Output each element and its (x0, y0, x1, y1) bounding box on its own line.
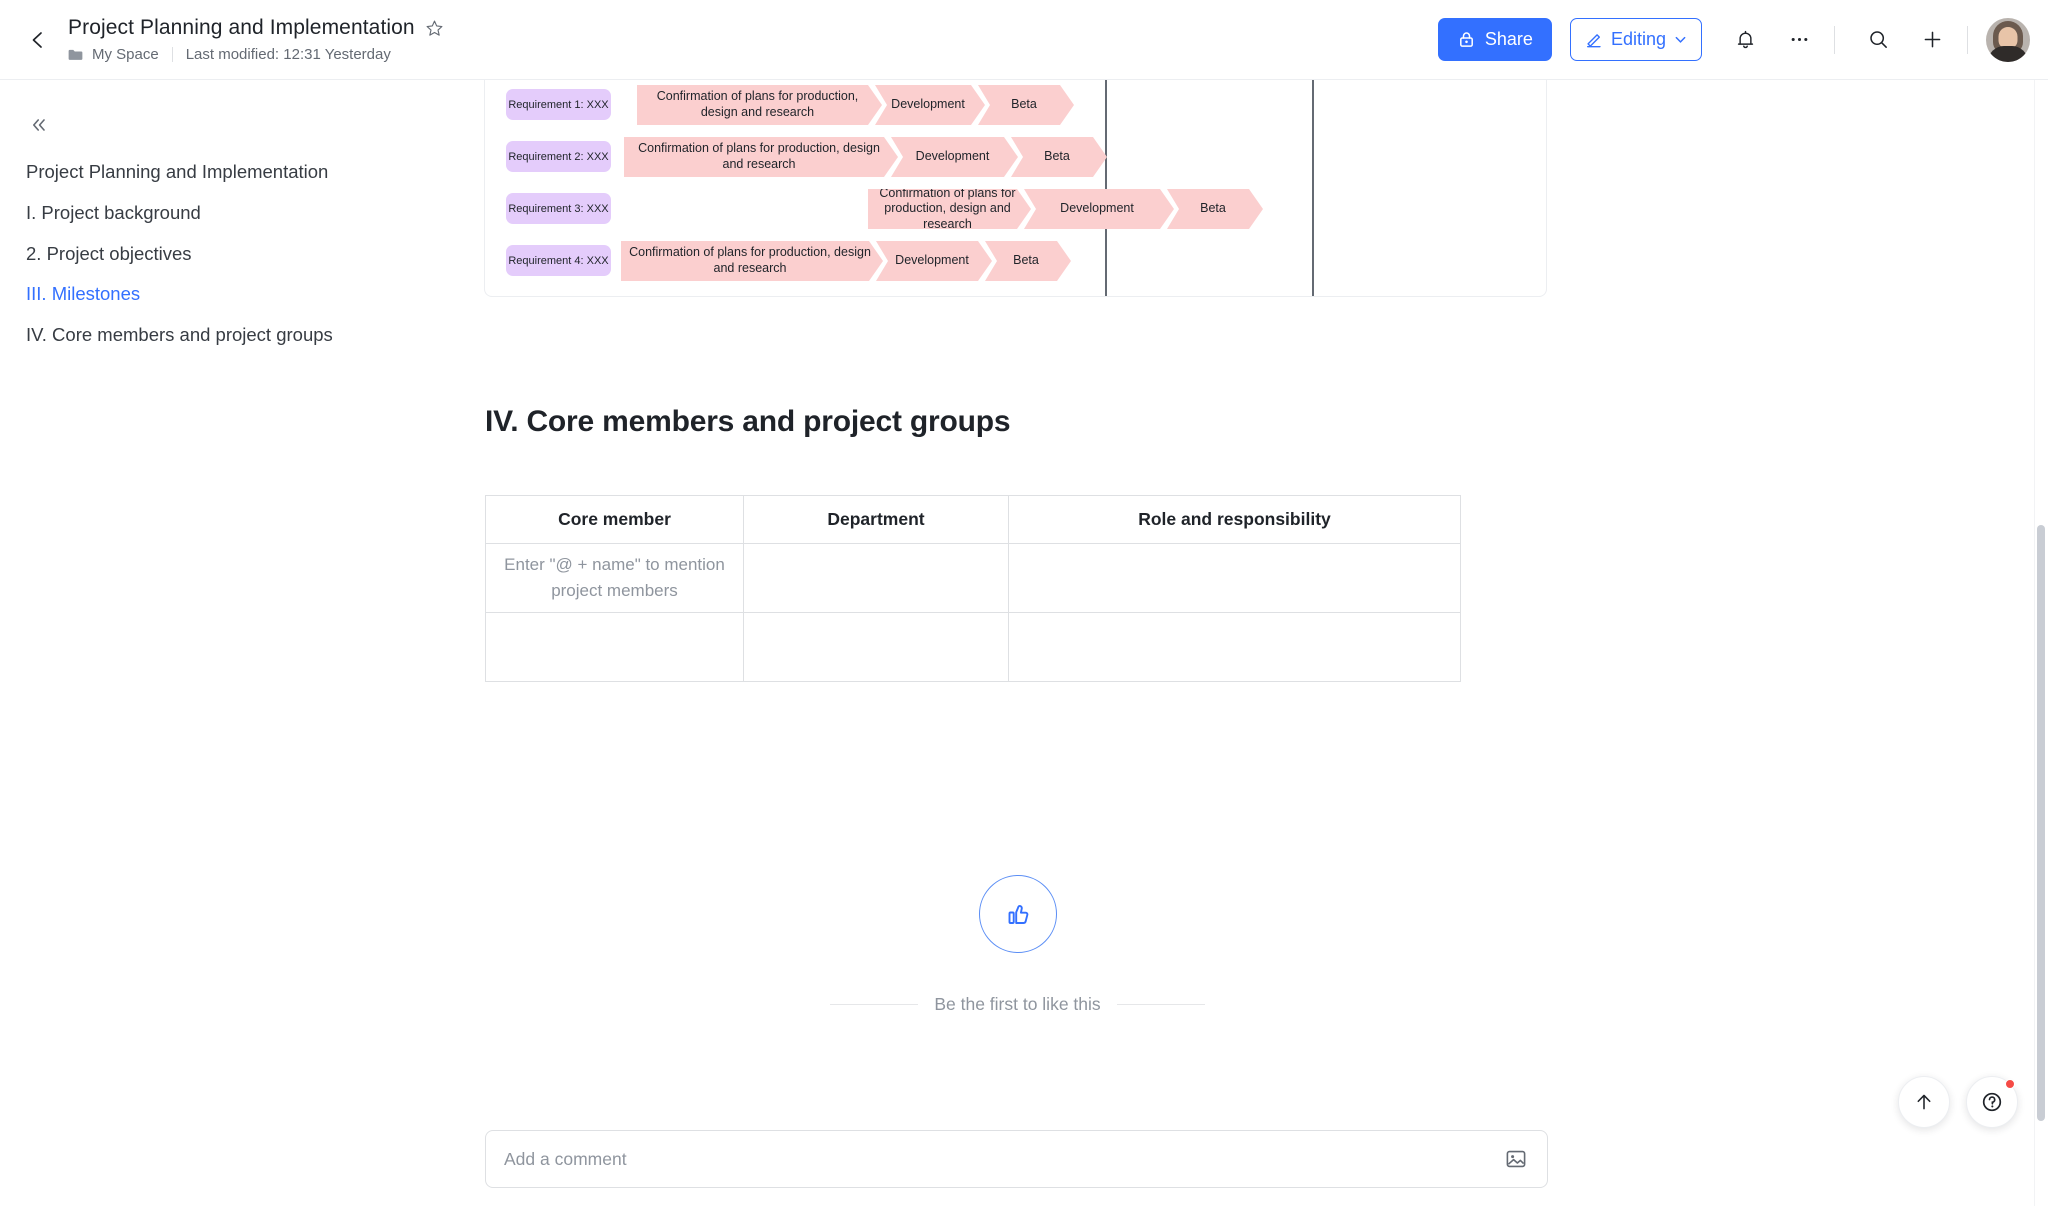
more-horizontal-icon (1791, 37, 1807, 42)
help-button[interactable] (1966, 1076, 2018, 1128)
like-divider-left (830, 1004, 919, 1005)
add-button[interactable] (1909, 17, 1955, 63)
like-divider-right (1116, 1004, 1205, 1005)
arrow-up-icon (1917, 1094, 1931, 1110)
like-button[interactable] (978, 875, 1057, 953)
gantt-task-bar[interactable]: Beta (978, 85, 1074, 125)
question-circle-icon (1982, 1092, 2002, 1112)
more-options-button[interactable] (1776, 17, 1822, 63)
search-icon (1869, 31, 1887, 48)
gantt-row: Requirement 4: XXX Confirmation of plans … (485, 241, 1546, 287)
editing-label: Editing (1610, 29, 1666, 49)
cell-role[interactable] (1008, 543, 1461, 613)
cell-core-member[interactable] (485, 612, 744, 682)
section-heading: IV. Core members and project groups (485, 405, 1011, 438)
gantt-task-bar[interactable]: Development (876, 241, 992, 281)
back-button[interactable] (18, 20, 58, 60)
table-header-row: Core member Department Role and responsi… (485, 495, 1461, 544)
outline-item-project-background[interactable]: I. Project background (26, 193, 444, 234)
gantt-row: Requirement 2: XXX Confirmation of plans … (485, 137, 1546, 183)
table-header-role: Role and responsibility (1008, 495, 1461, 544)
meta-divider (171, 47, 173, 62)
attach-image-button[interactable] (1503, 1146, 1529, 1172)
outline-item-milestones[interactable]: III. Milestones (26, 274, 444, 315)
gantt-row: Requirement 3: XXX Confirmation of plans … (485, 189, 1546, 235)
title-row: Project Planning and Implementation (68, 16, 444, 40)
search-button[interactable] (1855, 17, 1901, 63)
bell-icon (1737, 30, 1753, 49)
gantt-task-bar[interactable]: Development (1024, 189, 1174, 229)
thumbs-up-icon (1008, 904, 1028, 924)
table-header-core-member: Core member (485, 495, 744, 544)
chevron-left-icon (32, 31, 42, 48)
comment-input[interactable]: Add a comment (485, 1130, 1548, 1188)
notifications-button[interactable] (1722, 17, 1768, 63)
vertical-scrollbar[interactable] (2034, 80, 2048, 1206)
share-label: Share (1484, 29, 1533, 49)
toolbar-divider (1834, 25, 1835, 54)
cell-department[interactable] (743, 543, 1009, 613)
requirement-label[interactable]: Requirement 2: XXX (506, 141, 611, 172)
space-name[interactable]: My Space (92, 46, 159, 63)
lock-icon (1459, 32, 1473, 47)
table-header-department: Department (743, 495, 1009, 544)
core-members-table[interactable]: Core member Department Role and responsi… (485, 495, 1461, 682)
gantt-task-bar[interactable]: Development (891, 137, 1018, 177)
document-title-block: Project Planning and Implementation My S… (68, 16, 444, 63)
folder-icon (68, 49, 83, 60)
last-modified: Last modified: 12:31 Yesterday (185, 46, 391, 63)
collapse-outline-button[interactable] (22, 108, 56, 142)
gantt-task-bar[interactable]: Beta (1167, 189, 1263, 229)
gantt-task-bar[interactable]: Confirmation of plans for production, de… (868, 189, 1031, 229)
cell-role[interactable] (1008, 612, 1461, 682)
gantt-task-bar[interactable]: Confirmation of plans for production, de… (621, 241, 883, 281)
plus-icon (1924, 31, 1940, 48)
table-row[interactable] (485, 612, 1461, 682)
like-section: Be the first to like this (470, 875, 1565, 1015)
toolbar-divider-2 (1967, 25, 1968, 54)
document-meta: My Space Last modified: 12:31 Yesterday (68, 46, 444, 63)
gantt-task-bar[interactable]: Development (875, 85, 985, 125)
star-outline-icon[interactable] (425, 19, 444, 38)
avatar[interactable] (1986, 17, 2030, 62)
editing-mode-button[interactable]: Editing (1569, 18, 1702, 61)
milestones-gantt-chart[interactable]: Requirement 1: XXX Confirmation of plans … (484, 80, 1547, 297)
gantt-task-bar[interactable]: Confirmation of plans for production, de… (624, 137, 898, 177)
requirement-label[interactable]: Requirement 4: XXX (506, 245, 611, 276)
table-row[interactable]: Enter "@ + name" to mention project memb… (485, 543, 1461, 613)
help-notification-dot (2005, 1079, 2015, 1089)
top-bar: Project Planning and Implementation My S… (0, 0, 2048, 80)
document-content: Requirement 1: XXX Confirmation of plans … (470, 80, 2048, 1206)
back-to-top-button[interactable] (1898, 1076, 1950, 1128)
comment-placeholder: Add a comment (504, 1148, 627, 1169)
outline-item-project-objectives[interactable]: 2. Project objectives (26, 234, 444, 275)
gantt-canvas: Requirement 1: XXX Confirmation of plans … (485, 80, 1546, 296)
requirement-label[interactable]: Requirement 1: XXX (506, 89, 611, 120)
chevron-down-icon (1675, 36, 1686, 43)
cell-department[interactable] (743, 612, 1009, 682)
outline-sidebar: Project Planning and Implementation I. P… (0, 80, 470, 1206)
avatar-body (1988, 45, 2028, 62)
gantt-task-bar[interactable]: Confirmation of plans for production, de… (637, 85, 882, 125)
share-button[interactable]: Share (1437, 18, 1552, 61)
image-icon (1506, 1150, 1526, 1168)
page-title: Project Planning and Implementation (68, 16, 415, 39)
cell-core-member-hint[interactable]: Enter "@ + name" to mention project memb… (485, 543, 744, 613)
gantt-row: Requirement 1: XXX Confirmation of plans … (485, 85, 1546, 131)
outline-item-core-members[interactable]: IV. Core members and project groups (26, 315, 444, 356)
double-chevron-left-icon (33, 119, 45, 131)
gantt-task-bar[interactable]: Beta (985, 241, 1071, 281)
top-bar-actions: Share Editing (1437, 17, 2048, 63)
scrollbar-thumb[interactable] (2037, 525, 2045, 1121)
like-label: Be the first to like this (934, 994, 1101, 1014)
gantt-task-bar[interactable]: Beta (1011, 137, 1107, 177)
like-label-row: Be the first to like this (830, 994, 1205, 1015)
pencil-icon (1586, 33, 1601, 47)
outline-item-doc-title[interactable]: Project Planning and Implementation (26, 152, 444, 193)
requirement-label[interactable]: Requirement 3: XXX (506, 193, 611, 224)
